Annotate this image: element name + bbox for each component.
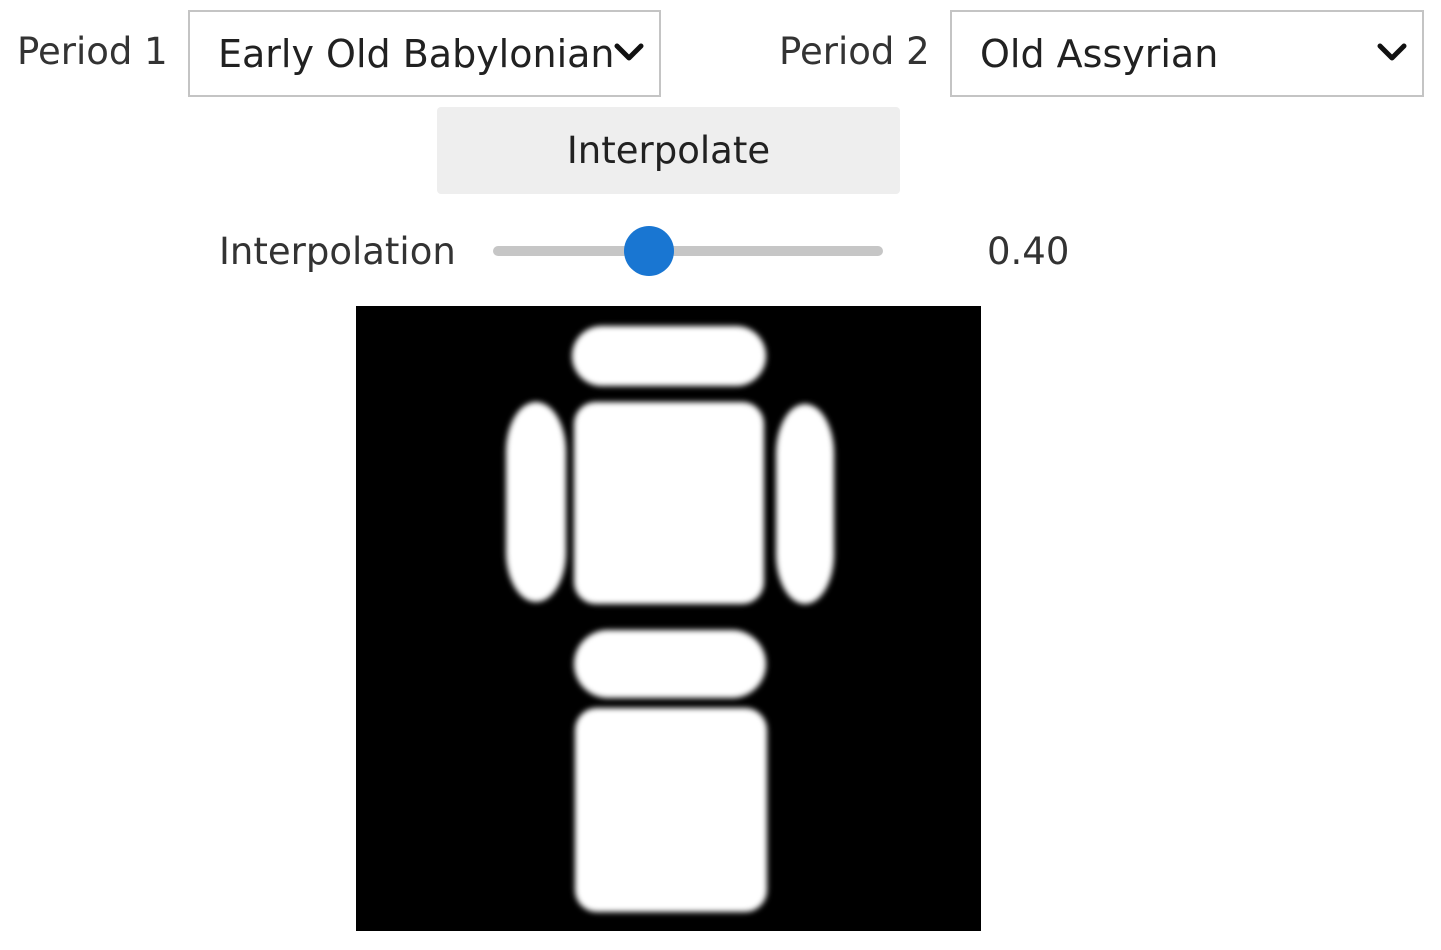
period-1-selected-value: Early Old Babylonian [218,32,615,76]
glyph-top-wedge [572,326,766,386]
glyph-right-wedge [776,404,834,604]
chevron-down-icon [1377,43,1407,61]
period-1-select[interactable]: Early Old Babylonian [188,10,661,97]
slider-thumb[interactable] [624,226,674,276]
period-1-label: Period 1 [17,30,168,73]
glyph-bottom-block [575,708,767,912]
period-2-select[interactable]: Old Assyrian [950,10,1424,97]
glyph-center-block [574,402,764,604]
period-2-selected-value: Old Assyrian [980,32,1219,76]
interpolate-button[interactable]: Interpolate [437,107,900,194]
slider-track[interactable] [493,246,883,256]
glyph-middle-wedge [574,630,766,698]
chevron-down-icon [614,43,644,61]
interpolation-value: 0.40 [987,230,1070,273]
period-2-label: Period 2 [779,30,930,73]
interpolation-slider[interactable] [493,226,883,276]
interpolated-glyph-image [356,306,981,931]
glyph-left-wedge [506,402,566,602]
interpolation-label: Interpolation [219,230,456,273]
